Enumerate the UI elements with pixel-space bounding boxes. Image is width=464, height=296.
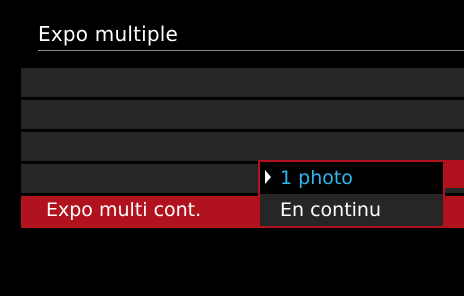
option-1-photo[interactable]: 1 photo (260, 162, 443, 194)
option-label: En continu (280, 199, 382, 221)
menu-row-empty-2[interactable] (21, 100, 464, 129)
menu-row-empty-1[interactable] (21, 68, 464, 97)
page-title: Expo multiple (38, 22, 179, 46)
option-en-continu[interactable]: En continu (260, 194, 443, 226)
selection-indicator-tab (444, 160, 464, 188)
option-dropdown[interactable]: 1 photo En continu (258, 160, 445, 228)
menu-row-empty-3[interactable] (21, 132, 464, 161)
camera-menu-screen: Expo multiple Expo multi cont. 1 photo E… (21, 0, 464, 296)
cursor-arrow-icon (265, 170, 271, 184)
option-label: 1 photo (280, 167, 353, 189)
title-divider (38, 50, 464, 51)
menu-row-label: Expo multi cont. (46, 199, 202, 221)
